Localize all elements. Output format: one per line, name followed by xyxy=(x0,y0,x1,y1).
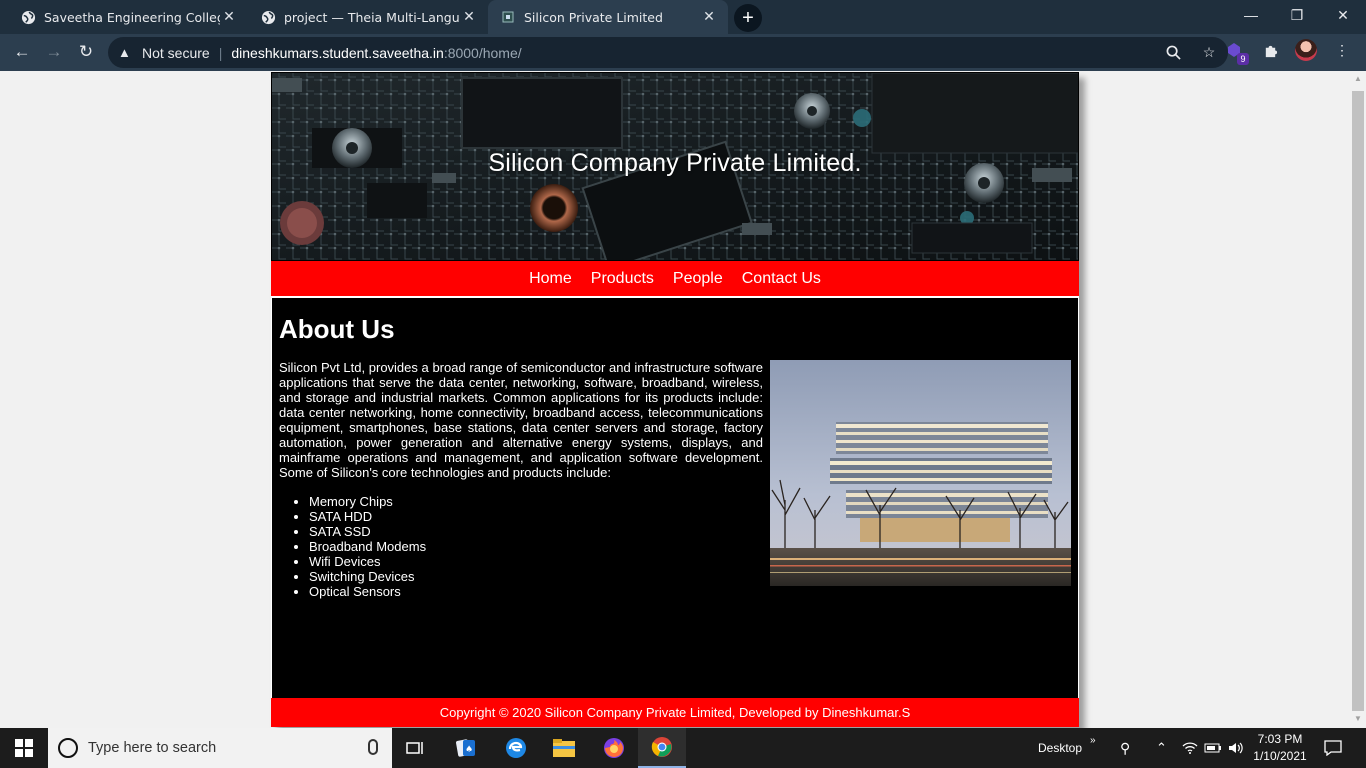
minimize-icon[interactable]: — xyxy=(1228,0,1274,30)
tab-title: Silicon Private Limited xyxy=(524,9,663,25)
tab-silicon[interactable]: Silicon Private Limited ✕ xyxy=(488,0,728,34)
security-label[interactable]: Not secure xyxy=(142,45,210,61)
taskbar-search[interactable]: Type here to search xyxy=(48,728,392,768)
globe-icon xyxy=(20,9,36,25)
desktop-label[interactable]: Desktop xyxy=(1038,741,1082,755)
firefox-icon[interactable] xyxy=(590,728,638,768)
scroll-down-icon[interactable]: ▼ xyxy=(1354,715,1362,723)
reload-icon[interactable]: ↻ xyxy=(72,38,100,66)
avatar[interactable] xyxy=(1294,38,1318,62)
vertical-scrollbar[interactable]: ▲ ▼ xyxy=(1350,71,1366,728)
battery-icon[interactable] xyxy=(1204,728,1222,768)
close-window-icon[interactable]: ✕ xyxy=(1320,0,1366,30)
warning-icon[interactable]: ▲ xyxy=(118,45,136,60)
main-nav: Home Products People Contact Us xyxy=(271,261,1079,298)
url-host: dineshkumars.student.saveetha.in xyxy=(231,44,444,61)
zoom-icon[interactable] xyxy=(1164,42,1182,62)
list-item: Optical Sensors xyxy=(309,584,426,599)
address-bar[interactable]: ▲ Not secure | dineshkumars.student.save… xyxy=(108,37,1228,68)
list-item: Memory Chips xyxy=(309,494,426,509)
site-container: Silicon Company Private Limited. Home Pr… xyxy=(271,72,1079,727)
list-item: Switching Devices xyxy=(309,569,426,584)
chrome-icon[interactable] xyxy=(638,728,686,768)
nav-home[interactable]: Home xyxy=(529,270,572,288)
scroll-up-icon[interactable]: ▲ xyxy=(1354,75,1362,83)
footer: Copyright © 2020 Silicon Company Private… xyxy=(271,698,1079,727)
wifi-icon[interactable] xyxy=(1182,728,1198,768)
nav-products[interactable]: Products xyxy=(591,270,654,288)
browser-toolbar: ← → ↻ ▲ Not secure | dineshkumars.studen… xyxy=(0,34,1366,71)
back-arrow-icon[interactable]: ← xyxy=(8,38,36,66)
browser-tab-strip: Saveetha Engineering College ✕ project —… xyxy=(0,0,1366,34)
restore-icon[interactable]: ❐ xyxy=(1274,0,1320,30)
about-paragraph: Silicon Pvt Ltd, provides a broad range … xyxy=(279,360,763,480)
bookmark-star-icon[interactable]: ☆ xyxy=(1200,42,1218,62)
nav-contact-us[interactable]: Contact Us xyxy=(742,270,821,288)
site-favicon xyxy=(500,9,516,25)
scrollbar-thumb[interactable] xyxy=(1352,91,1364,711)
list-item: Wifi Devices xyxy=(309,554,426,569)
close-icon[interactable]: ✕ xyxy=(460,8,478,26)
tab-project[interactable]: project — Theia Multi-Language ✕ xyxy=(248,0,488,34)
nav-people[interactable]: People xyxy=(673,270,723,288)
list-item: SATA SSD xyxy=(309,524,426,539)
hero-banner: Silicon Company Private Limited. xyxy=(271,72,1079,261)
windows-start-icon[interactable] xyxy=(0,728,48,768)
list-item: SATA HDD xyxy=(309,509,426,524)
puzzle-icon[interactable] xyxy=(1258,38,1282,62)
globe-icon xyxy=(260,9,276,25)
product-list: Memory Chips SATA HDD SATA SSD Broadband… xyxy=(309,494,426,599)
about-section: About Us Silicon Pvt Ltd, provides a bro… xyxy=(271,298,1079,698)
edge-icon[interactable] xyxy=(492,728,540,768)
close-icon[interactable]: ✕ xyxy=(220,8,238,26)
clock-date: 1/10/2021 xyxy=(1253,749,1307,763)
file-explorer-icon[interactable] xyxy=(540,728,588,768)
desktop-toolbar[interactable]: Desktop » xyxy=(1038,728,1096,768)
microphone-icon[interactable] xyxy=(368,739,378,755)
forward-arrow-icon[interactable]: → xyxy=(40,38,68,66)
hero-title: Silicon Company Private Limited. xyxy=(488,149,862,177)
extensions-area: 9 ⋮ xyxy=(1222,38,1354,65)
close-icon[interactable]: ✕ xyxy=(700,8,718,26)
kebab-menu-icon[interactable]: ⋮ xyxy=(1330,38,1354,62)
page-title: About Us xyxy=(279,314,395,344)
show-hidden-icons-icon[interactable]: ⌃ xyxy=(1156,728,1167,768)
extension-icon[interactable]: 9 xyxy=(1222,38,1249,65)
solitaire-icon[interactable]: ♠ xyxy=(442,728,490,768)
chevron-right-icon[interactable]: » xyxy=(1090,735,1096,746)
people-icon[interactable]: ⚲ xyxy=(1120,728,1130,768)
extension-badge: 9 xyxy=(1237,53,1249,65)
search-placeholder: Type here to search xyxy=(88,740,217,756)
new-tab-button[interactable]: + xyxy=(734,4,762,32)
volume-icon[interactable] xyxy=(1228,728,1244,768)
svg-text:♠: ♠ xyxy=(465,745,473,755)
list-item: Broadband Modems xyxy=(309,539,426,554)
building-image xyxy=(770,360,1071,586)
page-viewport: Silicon Company Private Limited. Home Pr… xyxy=(0,71,1350,728)
divider: | xyxy=(218,44,223,61)
url-path: :8000/home/ xyxy=(443,44,522,61)
cortana-icon xyxy=(58,738,78,758)
tab-saveetha[interactable]: Saveetha Engineering College ✕ xyxy=(8,0,248,34)
tab-title: Saveetha Engineering College xyxy=(44,9,220,25)
clock-time: 7:03 PM xyxy=(1257,732,1303,746)
tab-title: project — Theia Multi-Language xyxy=(284,9,460,25)
taskbar: Type here to search ♠ Desktop » ⚲ ⌃ 7:03… xyxy=(0,728,1366,768)
notifications-icon[interactable] xyxy=(1324,728,1342,768)
system-clock[interactable]: 7:03 PM 1/10/2021 xyxy=(1248,731,1312,765)
task-view-icon[interactable] xyxy=(392,728,440,768)
